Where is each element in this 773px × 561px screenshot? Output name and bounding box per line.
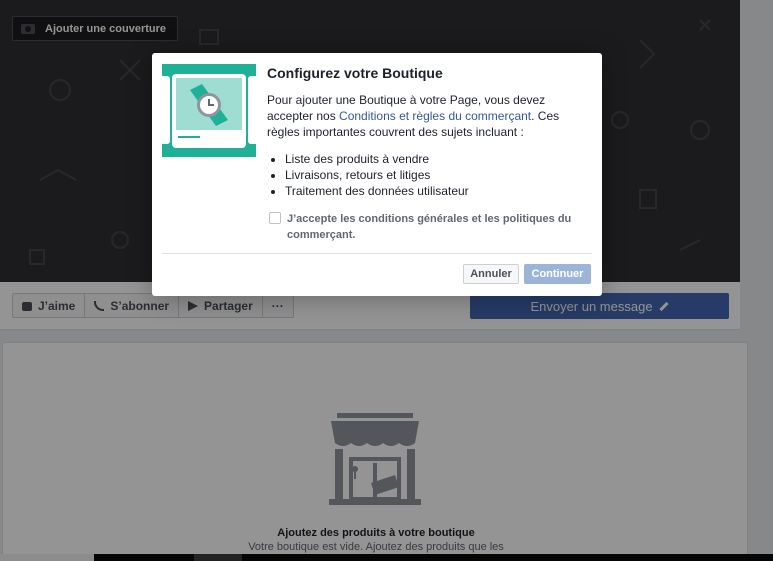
shop-illustration — [162, 64, 256, 157]
setup-shop-dialog: Configurez votre Boutique Pour ajouter u… — [152, 53, 602, 296]
list-item: Liste des produits à vendre — [285, 151, 469, 167]
continue-button[interactable]: Continuer — [524, 264, 591, 284]
dialog-divider — [162, 253, 592, 254]
list-item: Traitement des données utilisateur — [285, 183, 469, 199]
accept-terms-label[interactable]: J’accepte les conditions générales et le… — [287, 211, 589, 243]
dialog-title: Configurez votre Boutique — [267, 65, 443, 81]
cancel-button[interactable]: Annuler — [463, 264, 519, 284]
dialog-body: Pour ajouter une Boutique à votre Page, … — [267, 92, 587, 140]
topics-list: Liste des produits à vendre Livraisons, … — [285, 151, 469, 199]
list-item: Livraisons, retours et litiges — [285, 167, 469, 183]
accept-terms-checkbox[interactable] — [269, 212, 281, 224]
accept-terms-row: J’accepte les conditions générales et le… — [269, 211, 589, 243]
merchant-terms-link[interactable]: Conditions et règles du commerçant — [339, 109, 531, 123]
